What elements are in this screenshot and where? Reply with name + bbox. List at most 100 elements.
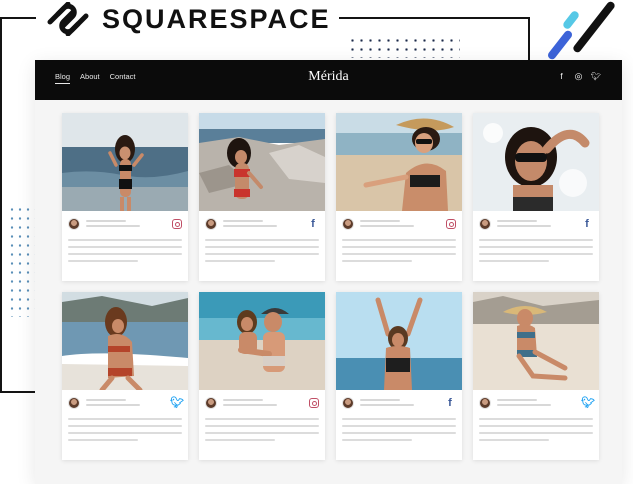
post-photo[interactable] [62,292,188,390]
post-photo[interactable] [62,113,188,211]
post-meta: 🐦︎ [68,396,184,410]
excerpt-line [342,418,456,420]
post-card[interactable]: 🐦︎ [473,292,599,460]
site-navbar: Blog About Contact Mérida f ◎ 🐦︎ [35,60,622,100]
website-mockup: Blog About Contact Mérida f ◎ 🐦︎ f f 🐦︎ … [35,60,622,484]
post-meta: 🐦︎ [479,396,595,410]
excerpt-line [205,418,319,420]
navbar-social-icons: f ◎ 🐦︎ [557,72,601,82]
author-avatar[interactable] [342,397,354,409]
slash-decoration-blue [546,29,574,61]
facebook-icon[interactable]: f [444,397,456,409]
squarespace-logo: SQUARESPACE [36,0,339,38]
excerpt-line [342,239,456,241]
excerpt-line [479,239,593,241]
author-avatar[interactable] [205,397,217,409]
instagram-icon[interactable] [172,219,182,229]
excerpt-line [342,439,412,441]
excerpt-line [205,246,319,248]
author-name-placeholder [86,220,126,222]
facebook-icon[interactable]: f [581,218,593,230]
post-photo[interactable] [336,292,462,390]
frame-line-top-right [330,17,530,19]
excerpt-line [205,439,275,441]
excerpt-line [342,253,456,255]
post-card[interactable] [336,113,462,281]
post-photo[interactable] [336,113,462,211]
post-meta: f [479,217,593,231]
author-avatar[interactable] [479,218,491,230]
excerpt-line [205,239,319,241]
author-avatar[interactable] [68,218,80,230]
post-card[interactable]: f [473,113,599,281]
author-avatar[interactable] [68,397,80,409]
post-meta: f [342,396,456,410]
site-title[interactable]: Mérida [35,69,622,85]
post-card[interactable]: 🐦︎ [62,292,188,460]
excerpt-line [479,260,549,262]
author-name-placeholder [497,220,537,222]
author-avatar[interactable] [205,218,217,230]
post-date-placeholder [223,404,277,406]
post-date-placeholder [86,225,140,227]
frame-line-bottom [0,391,36,393]
post-photo[interactable] [473,113,599,211]
excerpt-line [479,432,593,434]
post-meta [342,217,456,231]
post-card[interactable]: f [199,113,325,281]
excerpt-line [479,439,549,441]
author-name-placeholder [360,220,400,222]
post-card[interactable] [199,292,325,460]
excerpt-line [68,260,138,262]
post-meta: f [205,217,319,231]
post-date-placeholder [360,404,414,406]
twitter-icon[interactable]: 🐦︎ [591,72,601,81]
author-avatar[interactable] [479,397,491,409]
excerpt-line [479,425,593,427]
excerpt-line [68,239,182,241]
frame-line-top-left [0,17,40,19]
facebook-icon[interactable]: f [557,72,566,81]
author-name-placeholder [223,220,263,222]
author-name-placeholder [223,399,263,401]
excerpt-line [68,253,182,255]
post-photo[interactable] [199,113,325,211]
excerpt-line [68,418,182,420]
excerpt-line [68,246,182,248]
frame-line-right [528,17,530,61]
post-meta [68,217,182,231]
excerpt-line [205,425,319,427]
excerpt-line [479,418,593,420]
excerpt-line [205,253,319,255]
instagram-icon[interactable] [446,219,456,229]
frame-line-left [0,17,2,393]
author-name-placeholder [497,399,537,401]
excerpt-line [205,432,319,434]
instagram-icon[interactable]: ◎ [574,72,583,81]
excerpt-line [205,260,275,262]
squarespace-logo-icon [47,2,89,36]
excerpt-line [342,425,456,427]
excerpt-line [479,246,593,248]
post-card[interactable] [62,113,188,281]
twitter-icon[interactable]: 🐦︎ [170,397,184,409]
author-avatar[interactable] [342,218,354,230]
post-photo[interactable] [199,292,325,390]
excerpt-line [342,260,412,262]
post-date-placeholder [360,225,414,227]
slash-decoration-cyan [561,9,581,31]
instagram-icon[interactable] [309,398,319,408]
dot-grid-top [348,36,460,58]
slash-decoration-black [571,0,617,54]
post-date-placeholder [86,404,140,406]
excerpt-line [479,253,593,255]
excerpt-line [342,432,456,434]
post-photo[interactable] [473,292,599,390]
facebook-icon[interactable]: f [307,218,319,230]
excerpt-line [342,246,456,248]
post-date-placeholder [497,404,551,406]
post-card[interactable]: f [336,292,462,460]
logo-wordmark: SQUARESPACE [102,3,331,34]
twitter-icon[interactable]: 🐦︎ [581,397,595,409]
promo-graphic: SQUARESPACE Blog About Contact Mérida f … [0,0,633,484]
